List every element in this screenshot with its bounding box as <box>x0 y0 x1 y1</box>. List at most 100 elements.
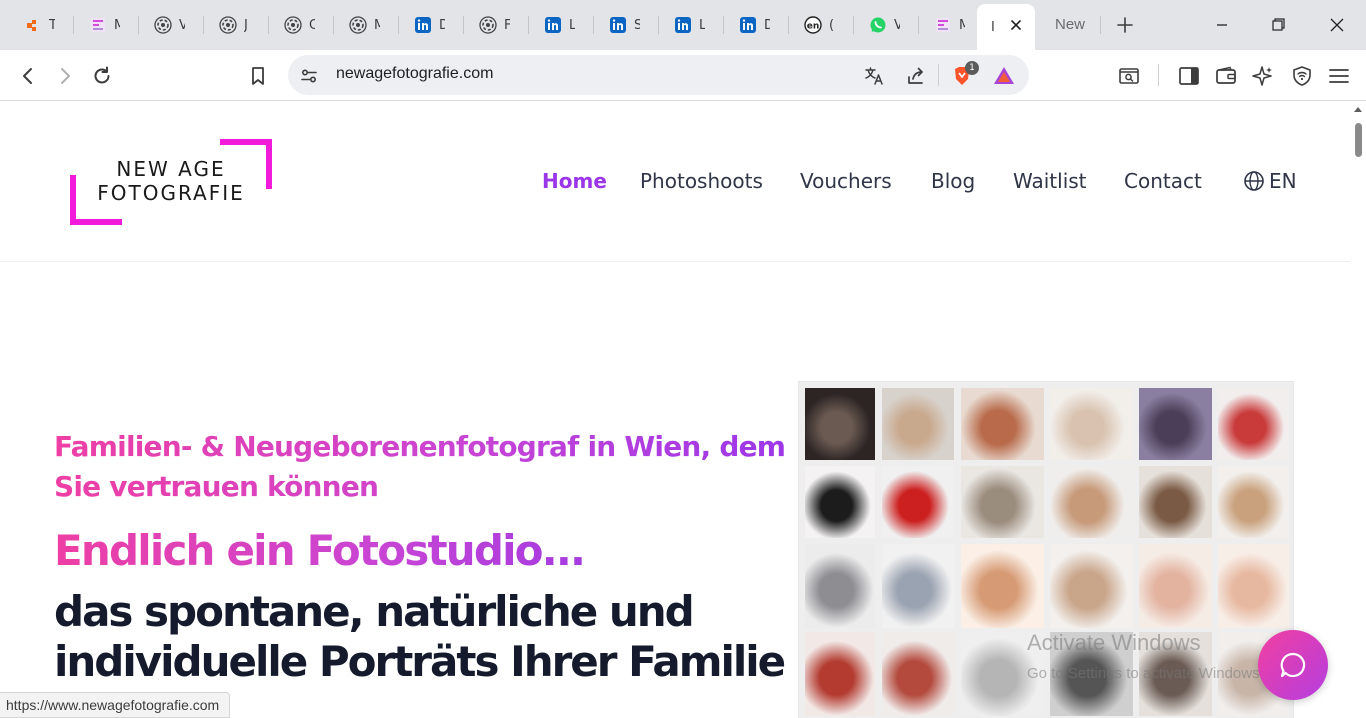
tab[interactable]: D <box>400 6 458 44</box>
tab[interactable]: V <box>855 6 913 44</box>
tab-title: M <box>114 17 120 33</box>
tab-title: J <box>244 17 248 33</box>
back-button[interactable] <box>14 62 42 90</box>
translate-icon[interactable] <box>862 64 886 88</box>
scroll-thumb[interactable] <box>1355 123 1362 157</box>
linkedin-icon <box>544 16 562 34</box>
forward-button[interactable] <box>51 62 79 90</box>
tab[interactable]: L <box>660 6 718 44</box>
sidebar-icon <box>1179 67 1199 85</box>
chevron-right-icon <box>61 68 70 84</box>
linkedin-icon <box>609 16 627 34</box>
reload-button[interactable] <box>88 62 116 90</box>
sidebar-button[interactable] <box>1175 62 1203 90</box>
new-tab-button[interactable] <box>1114 14 1136 36</box>
logo-text-line2: FOTOGRAFIE <box>97 181 245 205</box>
tab-title: T <box>49 17 55 33</box>
maximize-button[interactable] <box>1264 10 1294 40</box>
linkedin-icon <box>674 16 692 34</box>
collage-photo <box>805 466 875 538</box>
collage-photo <box>882 632 954 716</box>
url-text[interactable]: newagefotografie.com <box>336 65 493 83</box>
tab[interactable]: F <box>465 6 523 44</box>
collage-photo <box>882 544 954 628</box>
orange-cube-icon <box>24 16 42 34</box>
plus-icon <box>1117 17 1133 33</box>
tab-separator <box>138 16 139 34</box>
tab[interactable]: M <box>75 6 133 44</box>
collage-photo <box>1139 466 1212 538</box>
hamburger-icon <box>1329 69 1349 83</box>
new-tab-label[interactable]: New <box>1055 16 1085 33</box>
close-window-button[interactable] <box>1322 10 1352 40</box>
collage-photo <box>882 388 954 460</box>
nav-waitlist[interactable]: Waitlist <box>1013 169 1087 193</box>
tab-title: V <box>179 17 185 33</box>
close-tab-icon[interactable] <box>1007 16 1025 34</box>
reader-mode-button[interactable] <box>1115 62 1143 90</box>
language-switcher[interactable]: EN <box>1243 169 1297 193</box>
tab-title: F <box>504 17 510 33</box>
page-scrollbar[interactable] <box>1350 101 1366 718</box>
vpn-button[interactable] <box>1288 62 1316 90</box>
bookmark-button[interactable] <box>244 62 272 90</box>
tab[interactable]: M <box>335 6 393 44</box>
scroll-up-arrow[interactable] <box>1354 107 1362 112</box>
tab[interactable]: V <box>140 6 198 44</box>
web-page: NEW AGE FOTOGRAFIE Home Photoshoots Vouc… <box>0 101 1350 718</box>
tab[interactable]: en ( <box>790 6 848 44</box>
site-header: NEW AGE FOTOGRAFIE Home Photoshoots Vouc… <box>0 101 1350 262</box>
leo-ai-button[interactable] <box>1249 62 1277 90</box>
tab-title: ( <box>829 17 835 33</box>
bookmark-icon <box>252 67 264 85</box>
tab[interactable]: J <box>205 6 263 44</box>
menu-button[interactable] <box>1325 62 1353 90</box>
tab-separator <box>853 16 854 34</box>
collage-photo <box>1218 466 1289 538</box>
link-status-bar: https://www.newagefotografie.com <box>0 692 231 718</box>
tab[interactable]: D <box>725 6 783 44</box>
collage-photo <box>961 388 1044 460</box>
tab-active[interactable]: I <box>977 4 1035 50</box>
tab-title: L <box>569 17 575 33</box>
tab-separator <box>658 16 659 34</box>
en-icon: en <box>804 16 822 34</box>
tab-separator <box>788 16 789 34</box>
nav-vouchers[interactable]: Vouchers <box>800 169 892 193</box>
tab-separator <box>333 16 334 34</box>
hero-subheadline: das spontane, natürliche und individuell… <box>54 587 786 686</box>
tab[interactable]: L <box>530 6 588 44</box>
sparkle-icon <box>1252 66 1272 86</box>
tab[interactable]: T <box>10 6 68 44</box>
site-logo[interactable]: NEW AGE FOTOGRAFIE <box>70 139 274 225</box>
nav-photoshoots[interactable]: Photoshoots <box>640 169 763 193</box>
site-settings-icon[interactable] <box>297 64 321 88</box>
whatsapp-icon <box>869 16 887 34</box>
nav-contact[interactable]: Contact <box>1124 169 1202 193</box>
share-icon[interactable] <box>904 64 928 88</box>
tab[interactable]: C <box>270 6 328 44</box>
linkedin-icon <box>414 16 432 34</box>
collage-photo <box>961 466 1044 538</box>
tab-separator <box>918 16 919 34</box>
tab-title: S <box>634 17 640 33</box>
reload-icon <box>94 66 110 84</box>
collage-photo <box>882 466 954 538</box>
tab-strip: T M V J C M D F L S L Den (V M I New <box>0 0 1366 50</box>
wallet-button[interactable] <box>1212 62 1240 90</box>
globe-icon <box>1244 171 1264 191</box>
tab[interactable]: M <box>920 6 978 44</box>
tab[interactable]: S <box>595 6 653 44</box>
collage-photo <box>1218 388 1289 460</box>
collage-photo <box>1050 544 1133 628</box>
minimize-button[interactable] <box>1207 10 1237 40</box>
nav-home[interactable]: Home <box>542 169 607 193</box>
shields-count-badge: 1 <box>965 61 979 75</box>
address-bar[interactable]: newagefotografie.com 1 <box>288 55 1029 95</box>
logo-frame <box>70 219 122 225</box>
chat-button[interactable] <box>1258 630 1328 700</box>
brave-rewards-icon[interactable] <box>992 64 1016 88</box>
tab-separator <box>463 16 464 34</box>
nav-blog[interactable]: Blog <box>931 169 975 193</box>
tab-title: C <box>309 17 315 33</box>
